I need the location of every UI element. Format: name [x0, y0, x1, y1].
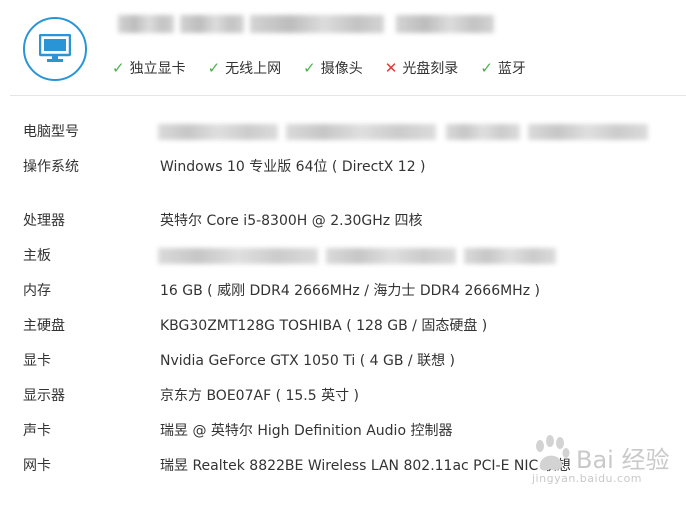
redacted-value — [158, 248, 318, 264]
check-icon: ✓ — [207, 59, 221, 77]
spec-label: 内存 — [23, 283, 51, 299]
spec-label: 显卡 — [23, 353, 51, 369]
monitor-icon — [39, 34, 71, 62]
spec-value: Nvidia GeForce GTX 1050 Ti ( 4 GB / 联想 ) — [160, 353, 455, 369]
spec-value: Windows 10 专业版 64位 ( DirectX 12 ) — [160, 159, 426, 175]
redacted-value — [286, 124, 436, 140]
check-icon: ✓ — [480, 59, 493, 77]
spec-label: 处理器 — [23, 213, 65, 229]
feature-wireless: ✓ 无线上网 — [208, 58, 282, 78]
watermark-title: Bai 经验 — [576, 446, 670, 474]
redacted-title — [250, 15, 384, 33]
watermark-url: jingyan.baidu.com — [532, 472, 643, 485]
spec-row-memory: 内存 16 GB ( 威刚 DDR4 2666MHz / 海力士 DDR4 26… — [0, 280, 686, 302]
check-icon: ✓ — [112, 59, 125, 77]
spec-row-gpu: 显卡 Nvidia GeForce GTX 1050 Ti ( 4 GB / 联… — [0, 350, 686, 372]
feature-bluetooth: ✓ 蓝牙 — [480, 58, 526, 78]
spec-label: 主硬盘 — [23, 318, 65, 334]
spec-value: 英特尔 Core i5-8300H @ 2.30GHz 四核 — [160, 213, 423, 229]
feature-discrete-gpu: ✓ 独立显卡 — [112, 58, 186, 78]
spec-label: 主板 — [23, 248, 51, 264]
redacted-title — [396, 15, 494, 33]
computer-badge — [23, 17, 87, 81]
spec-row-motherboard: 主板 — [0, 245, 686, 267]
spec-value: 京东方 BOE07AF ( 15.5 英寸 ) — [160, 388, 360, 404]
spec-row-os: 操作系统 Windows 10 专业版 64位 ( DirectX 12 ) — [0, 156, 686, 178]
spec-label: 电脑型号 — [23, 124, 79, 140]
redacted-value — [446, 124, 520, 140]
redacted-value — [158, 124, 278, 140]
feature-label: 蓝牙 — [497, 61, 526, 77]
divider — [10, 95, 686, 96]
spec-value: 16 GB ( 威刚 DDR4 2666MHz / 海力士 DDR4 2666M… — [160, 283, 540, 299]
cross-icon: ✕ — [384, 59, 398, 77]
feature-camera: ✓ 摄像头 — [303, 58, 363, 78]
spec-row-cpu: 处理器 英特尔 Core i5-8300H @ 2.30GHz 四核 — [0, 210, 686, 232]
redacted-value — [464, 248, 556, 264]
redacted-title — [118, 15, 174, 33]
spec-label: 显示器 — [23, 388, 65, 404]
redacted-value — [326, 248, 456, 264]
feature-label: 光盘刻录 — [402, 61, 459, 77]
spec-value: 瑞昱 @ 英特尔 High Definition Audio 控制器 — [160, 423, 453, 439]
check-icon: ✓ — [303, 59, 316, 77]
redacted-title — [180, 15, 244, 33]
spec-row-disk: 主硬盘 KBG30ZMT128G TOSHIBA ( 128 GB / 固态硬盘… — [0, 315, 686, 337]
spec-row-model: 电脑型号 — [0, 121, 686, 143]
spec-row-display: 显示器 京东方 BOE07AF ( 15.5 英寸 ) — [0, 385, 686, 407]
spec-value: KBG30ZMT128G TOSHIBA ( 128 GB / 固态硬盘 ) — [160, 318, 488, 334]
spec-label: 操作系统 — [23, 159, 79, 175]
feature-list: ✓ 独立显卡 ✓ 无线上网 ✓ 摄像头 ✕ 光盘刻录 ✓ 蓝牙 — [112, 58, 548, 78]
baidu-watermark: Bai 经验 jingyan.baidu.com — [530, 432, 680, 492]
redacted-value — [528, 124, 648, 140]
feature-optical-burner: ✕ 光盘刻录 — [385, 58, 459, 78]
feature-label: 无线上网 — [225, 61, 282, 77]
spec-label: 网卡 — [23, 458, 51, 474]
paw-icon — [536, 435, 570, 471]
header: ✓ 独立显卡 ✓ 无线上网 ✓ 摄像头 ✕ 光盘刻录 ✓ 蓝牙 — [0, 0, 686, 96]
feature-label: 摄像头 — [320, 61, 363, 77]
spec-label: 声卡 — [23, 423, 51, 439]
spec-value: 瑞昱 Realtek 8822BE Wireless LAN 802.11ac … — [160, 458, 571, 474]
feature-label: 独立显卡 — [129, 61, 186, 77]
